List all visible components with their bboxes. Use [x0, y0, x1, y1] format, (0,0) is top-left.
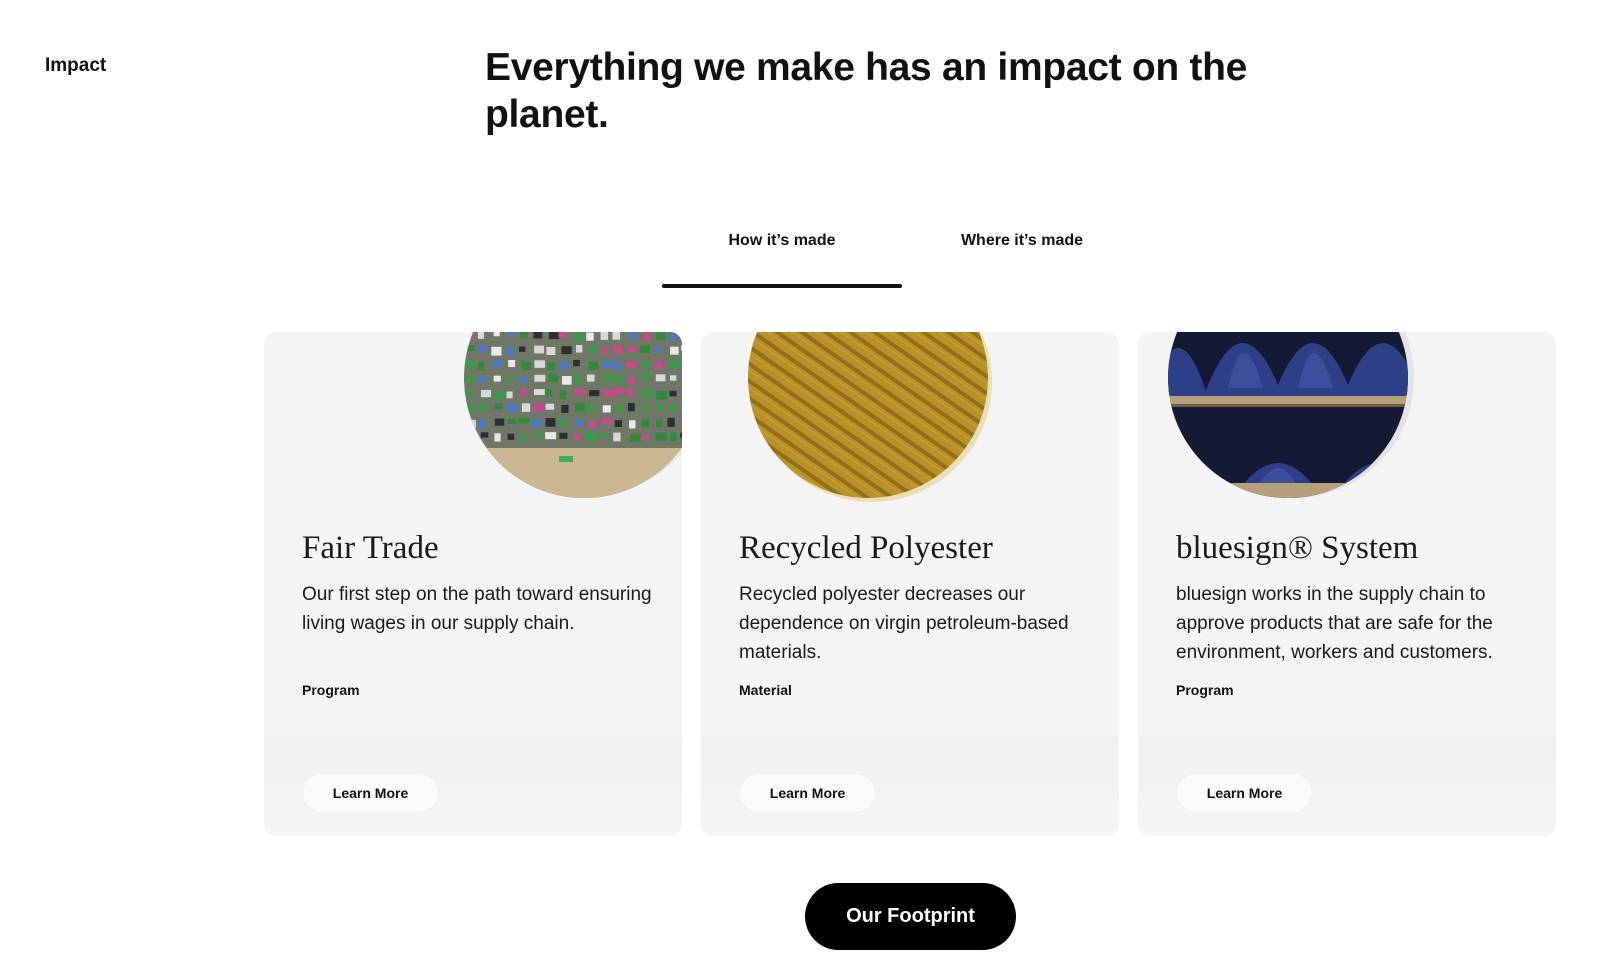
- card-tag: Program: [1176, 682, 1234, 698]
- page-headline: Everything we make has an impact on the …: [485, 46, 1248, 136]
- card-description: Recycled polyester decreases our depende…: [739, 584, 1069, 663]
- card-tag: Program: [302, 682, 360, 698]
- card-image: [464, 332, 682, 498]
- learn-more-button[interactable]: Learn More: [739, 773, 876, 813]
- impact-card-recycled-polyester: Recycled Polyester Recycled polyester de…: [701, 332, 1119, 836]
- learn-more-button[interactable]: Learn More: [1176, 773, 1313, 813]
- tab-bar: How it’s made Where it’s made: [662, 220, 1142, 290]
- impact-card-bluesign: bluesign® System bluesign works in the s…: [1138, 332, 1556, 836]
- tab-where-its-made[interactable]: Where it’s made: [902, 220, 1142, 290]
- card-description: Our first step on the path toward ensuri…: [302, 584, 652, 634]
- our-footprint-button[interactable]: Our Footprint: [805, 883, 1016, 950]
- learn-more-button[interactable]: Learn More: [302, 773, 439, 813]
- impact-cards: Fair Trade Our first step on the path to…: [264, 332, 1556, 836]
- card-image: [748, 332, 988, 498]
- active-tab-indicator: [662, 284, 902, 288]
- card-tag: Material: [739, 682, 792, 698]
- card-title: Recycled Polyester: [739, 530, 993, 566]
- section-label: Impact: [45, 55, 107, 76]
- impact-card-fair-trade: Fair Trade Our first step on the path to…: [264, 332, 682, 836]
- card-title: Fair Trade: [302, 530, 439, 566]
- card-description: bluesign works in the supply chain to ap…: [1176, 584, 1493, 663]
- card-title: bluesign® System: [1176, 530, 1419, 566]
- tab-how-its-made[interactable]: How it’s made: [662, 220, 902, 290]
- card-image: [1168, 332, 1408, 498]
